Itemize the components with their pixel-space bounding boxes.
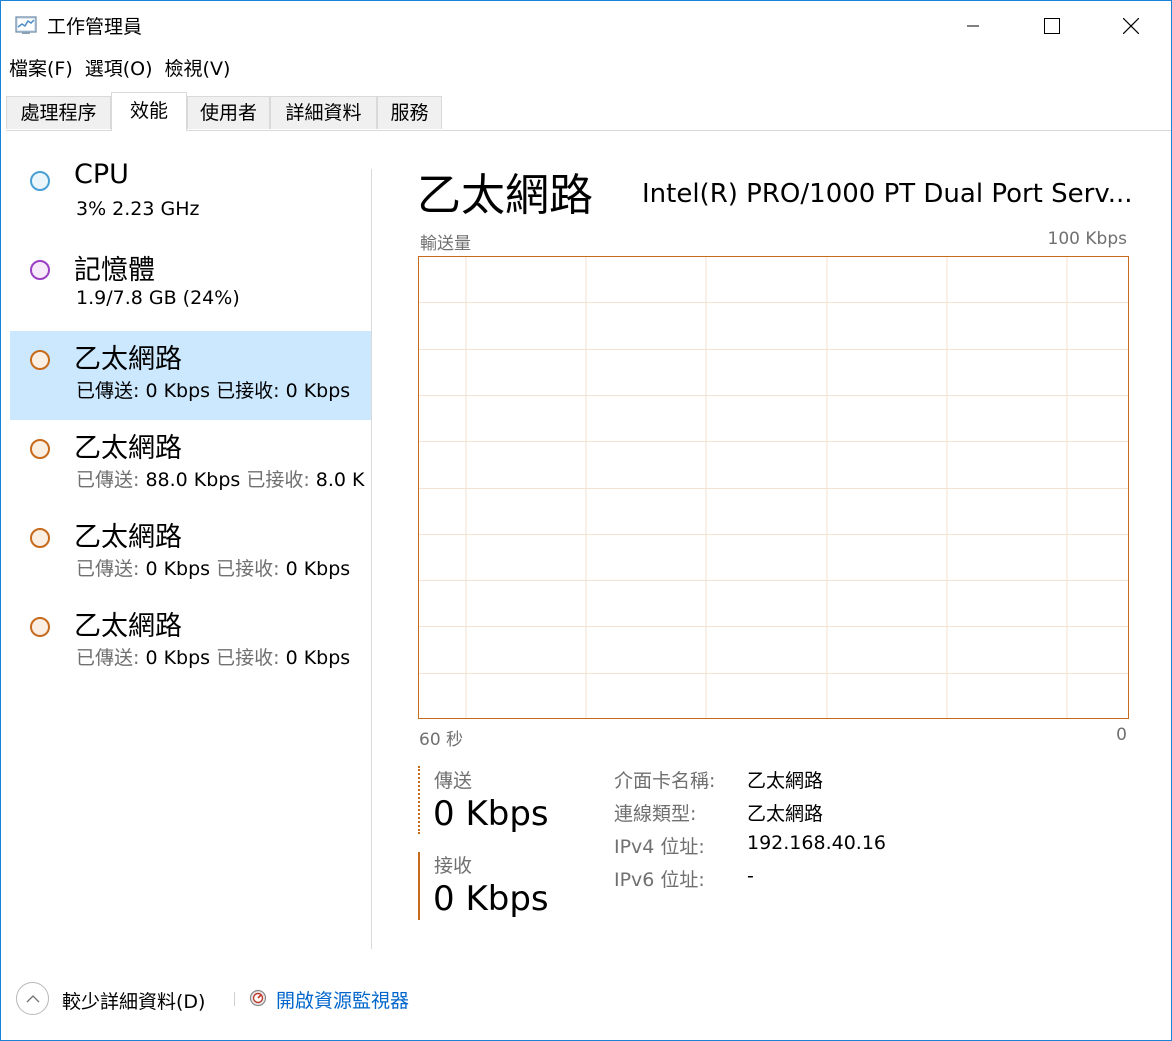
ethernet-indicator-icon	[30, 617, 50, 637]
receive-label: 接收	[434, 855, 473, 877]
receive-legend-line	[418, 852, 420, 920]
resource-detail: 已傳送: 0 Kbps 已接收: 0 Kbps	[76, 643, 350, 670]
adapter-name: Intel(R) PRO/1000 PT Dual Port Serv...	[642, 179, 1133, 209]
resource-ethernet-3[interactable]: 乙太網路 已傳送: 0 Kbps 已接收: 0 Kbps	[10, 509, 372, 598]
info-key-ipv6: IPv6 位址:	[614, 869, 705, 891]
menu-file[interactable]: 檔案(F)	[1, 55, 79, 83]
send-legend-line	[418, 766, 420, 834]
resource-name: CPU	[74, 159, 129, 190]
info-key-adapter-name: 介面卡名稱:	[614, 770, 716, 792]
resource-ethernet-2[interactable]: 乙太網路 已傳送: 88.0 Kbps 已接收: 8.0 K	[10, 420, 372, 509]
ethernet-indicator-icon	[30, 350, 50, 370]
memory-indicator-icon	[30, 260, 50, 280]
received-label: 已接收:	[246, 469, 310, 491]
resource-name: 乙太網路	[74, 344, 182, 375]
tab-performance[interactable]: 效能	[111, 92, 187, 131]
throughput-graph	[418, 256, 1129, 719]
graph-border	[418, 256, 1129, 719]
tab-processes[interactable]: 處理程序	[6, 96, 111, 129]
received-label: 已接收:	[216, 558, 280, 580]
info-value-ipv6: -	[747, 865, 754, 887]
sent-value: 0 Kbps	[145, 380, 211, 402]
resource-detail: 3% 2.23 GHz	[76, 198, 200, 220]
graph-y-max: 100 Kbps	[1047, 229, 1127, 249]
minimize-button[interactable]	[934, 1, 1012, 51]
sent-label: 已傳送:	[76, 647, 140, 669]
menu-options[interactable]: 選項(O)	[79, 55, 159, 83]
task-manager-window: 工作管理員 檔案(F) 選項(O) 檢視(V) 處理程序 效能 使用者 詳細資料…	[0, 0, 1172, 1041]
send-value: 0 Kbps	[433, 794, 549, 834]
close-button[interactable]	[1092, 1, 1170, 51]
info-value-connection-type: 乙太網路	[747, 803, 824, 825]
graph-x-left: 60 秒	[419, 730, 464, 750]
detail-title: 乙太網路	[417, 170, 593, 221]
received-label: 已接收:	[216, 647, 280, 669]
received-value: 8.0 K	[315, 469, 365, 491]
sent-label: 已傳送:	[76, 469, 140, 491]
resource-detail: 已傳送: 88.0 Kbps 已接收: 8.0 K	[76, 465, 365, 492]
open-resource-monitor-link[interactable]: 開啟資源監視器	[276, 986, 409, 1013]
close-icon	[1123, 18, 1139, 34]
send-label: 傳送	[434, 770, 473, 792]
cpu-indicator-icon	[30, 171, 50, 191]
sent-value: 0 Kbps	[145, 558, 211, 580]
resource-name: 乙太網路	[74, 522, 182, 553]
ethernet-indicator-icon	[30, 439, 50, 459]
resource-name: 乙太網路	[74, 611, 182, 642]
sent-value: 0 Kbps	[145, 647, 211, 669]
fewer-details-toggle[interactable]	[16, 982, 49, 1015]
panel-divider[interactable]	[371, 169, 372, 949]
resource-monitor-icon[interactable]	[249, 989, 267, 1007]
tab-services[interactable]: 服務	[377, 96, 442, 129]
resource-detail: 已傳送: 0 Kbps 已接收: 0 Kbps	[76, 554, 350, 581]
sent-label: 已傳送:	[76, 380, 140, 402]
sent-value: 88.0 Kbps	[145, 469, 241, 491]
received-label: 已接收:	[216, 380, 280, 402]
ethernet-indicator-icon	[30, 528, 50, 548]
info-key-connection-type: 連線類型:	[614, 803, 697, 825]
menu-view[interactable]: 檢視(V)	[159, 55, 237, 83]
received-value: 0 Kbps	[285, 647, 351, 669]
resource-list: CPU 3% 2.23 GHz 記憶體 1.9/7.8 GB (24%) 乙太網…	[10, 147, 372, 707]
resource-detail: 已傳送: 0 Kbps 已接收: 0 Kbps	[76, 376, 350, 403]
received-value: 0 Kbps	[285, 380, 351, 402]
receive-value: 0 Kbps	[433, 879, 549, 919]
footer-divider	[234, 992, 235, 1006]
resource-cpu[interactable]: CPU 3% 2.23 GHz	[10, 147, 372, 236]
graph-y-label: 輸送量	[420, 234, 471, 254]
resource-memory[interactable]: 記憶體 1.9/7.8 GB (24%)	[10, 236, 372, 325]
window-title: 工作管理員	[47, 16, 143, 38]
graph-x-right: 0	[1116, 725, 1127, 745]
resource-name: 記憶體	[74, 255, 155, 286]
title-bar[interactable]: 工作管理員	[1, 1, 1171, 51]
resource-ethernet-1[interactable]: 乙太網路 已傳送: 0 Kbps 已接收: 0 Kbps	[10, 331, 372, 420]
info-value-ipv4: 192.168.40.16	[747, 832, 887, 854]
menu-bar: 檔案(F) 選項(O) 檢視(V)	[1, 55, 236, 83]
info-value-adapter-name: 乙太網路	[747, 770, 824, 792]
maximize-button[interactable]	[1013, 1, 1091, 51]
fewer-details-button[interactable]: 較少詳細資料(D)	[62, 987, 205, 1014]
resource-detail: 1.9/7.8 GB (24%)	[76, 287, 240, 309]
info-key-ipv4: IPv4 位址:	[614, 836, 705, 858]
tab-details[interactable]: 詳細資料	[270, 96, 377, 129]
resource-name: 乙太網路	[74, 433, 182, 464]
tab-strip: 處理程序 效能 使用者 詳細資料 服務	[6, 92, 1171, 131]
received-value: 0 Kbps	[285, 558, 351, 580]
chevron-up-icon	[26, 995, 39, 1003]
sent-label: 已傳送:	[76, 558, 140, 580]
minimize-icon	[967, 25, 979, 27]
maximize-icon	[1044, 18, 1060, 34]
tab-users[interactable]: 使用者	[187, 96, 270, 129]
resource-ethernet-4[interactable]: 乙太網路 已傳送: 0 Kbps 已接收: 0 Kbps	[10, 598, 372, 687]
task-manager-icon	[15, 16, 37, 34]
